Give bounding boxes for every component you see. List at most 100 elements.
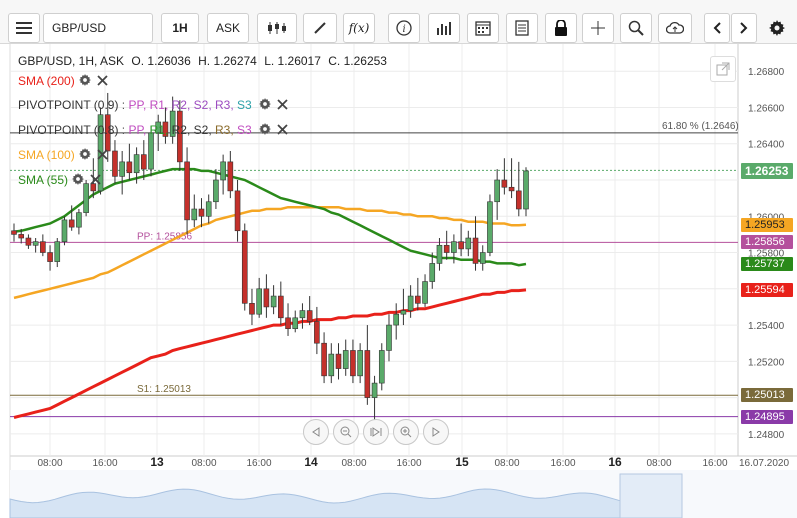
ohlc-header: GBP/USD, 1H, ASK O. 1.26036 H. 1.26274 L… — [18, 54, 391, 68]
indicator-label: SMA (100) — [18, 148, 75, 162]
indicator-label: SMA (200) — [18, 74, 75, 88]
candle-body — [494, 179, 500, 203]
price-chart[interactable]: 1.268001.266001.264001.260001.258001.254… — [0, 44, 797, 518]
indicator-legend-item[interactable]: SMA (100) — [18, 148, 108, 162]
pivot-level-label: R3, — [215, 98, 238, 112]
pivot-level-label: S2, — [193, 123, 216, 137]
symbol-input[interactable]: GBP/USD — [43, 13, 153, 43]
settings-icon[interactable] — [78, 74, 91, 88]
candle-body — [47, 252, 53, 262]
remove-icon[interactable] — [90, 173, 101, 187]
indicator-legend-item[interactable]: PIVOTPOINT (0.8) : PP, R1, R2, S2, R3, S… — [18, 123, 288, 137]
prev-icon[interactable] — [704, 13, 730, 43]
interval-label: 1H — [172, 21, 188, 35]
candle-body — [112, 150, 118, 177]
scroll-left-icon[interactable] — [303, 419, 329, 445]
settings-icon[interactable] — [259, 123, 272, 137]
price-tag: 1.25594 — [741, 282, 793, 297]
candle-body — [523, 170, 529, 210]
candle-body — [407, 295, 414, 311]
open-value: O. 1.26036 — [131, 54, 191, 68]
pivot-level-label: S3 — [237, 123, 256, 137]
crosshair-icon[interactable] — [582, 13, 614, 43]
expand-icon[interactable] — [710, 56, 736, 82]
time-axis-label: 16 — [608, 455, 622, 469]
candle-body — [126, 161, 133, 174]
candle-body — [278, 295, 284, 319]
navigator-window — [619, 473, 683, 518]
pivot-level-label: PP, — [128, 123, 150, 137]
candle-body — [314, 321, 320, 344]
settings-icon[interactable] — [259, 98, 272, 112]
candle-body — [256, 288, 262, 315]
candle-body — [285, 317, 291, 329]
candle-body — [386, 324, 392, 351]
notes-icon[interactable] — [506, 13, 538, 43]
candle-body — [472, 237, 479, 264]
indicator-legend-item[interactable]: PIVOTPOINT (0.9) : PP, R1, R2, S2, R3, S… — [18, 98, 288, 112]
candles-icon[interactable] — [257, 13, 297, 43]
candle-body — [213, 179, 219, 203]
pivot-level-label: R1, — [149, 123, 172, 137]
remove-icon[interactable] — [97, 148, 108, 162]
candle-body — [241, 230, 248, 304]
high-value: H. 1.26274 — [198, 54, 257, 68]
indicator-label: PIVOTPOINT (0.9) — [18, 98, 119, 112]
candle-body — [321, 342, 327, 377]
calendar-icon[interactable] — [467, 13, 499, 43]
candle-body — [335, 353, 342, 369]
candle-body — [32, 241, 39, 246]
toolbar: GBP/USD 1H ASK f(x) i — [0, 0, 797, 44]
zoom-in-icon[interactable] — [393, 419, 419, 445]
price-tag: 1.25013 — [741, 388, 793, 403]
time-axis-label: 08:00 — [37, 458, 62, 469]
price-tag: 1.25953 — [741, 217, 793, 232]
indicator-legend-item[interactable]: SMA (55) — [18, 173, 101, 187]
candle-body — [400, 310, 407, 315]
candle-body — [458, 241, 464, 250]
price-axis-label: 1.26800 — [748, 67, 785, 78]
indicator-legend-item[interactable]: SMA (200) — [18, 74, 108, 88]
price-axis-panel — [738, 44, 797, 518]
settings-icon[interactable] — [78, 148, 91, 162]
lock-icon[interactable] — [545, 13, 577, 43]
remove-icon[interactable] — [277, 98, 288, 112]
settings-icon[interactable] — [72, 173, 85, 187]
candle-body — [415, 295, 421, 304]
pivot-level-label: PP, — [128, 98, 150, 112]
time-axis-label: 08:00 — [646, 458, 671, 469]
hamburger-icon[interactable] — [8, 13, 40, 43]
draw-icon[interactable] — [303, 13, 337, 43]
svg-text:i: i — [403, 24, 406, 35]
price-type-button[interactable]: ASK — [207, 13, 249, 43]
candle-body — [357, 350, 363, 377]
candle-body — [443, 244, 450, 253]
cloud-icon[interactable] — [658, 13, 692, 43]
reset-icon[interactable] — [363, 419, 389, 445]
chart-area[interactable]: 1.268001.266001.264001.260001.258001.254… — [0, 44, 797, 518]
candle-body — [422, 281, 428, 304]
candle-body — [393, 313, 399, 326]
candle-body — [76, 212, 82, 228]
next-icon[interactable] — [731, 13, 757, 43]
function-icon[interactable]: f(x) — [343, 13, 375, 43]
low-value: L. 1.26017 — [264, 54, 321, 68]
scroll-right-icon[interactable] — [423, 419, 449, 445]
candle-body — [133, 154, 140, 174]
candle-body — [18, 234, 25, 239]
volume-icon[interactable] — [428, 13, 460, 43]
pivot-level-label: R1, — [149, 98, 172, 112]
candle-body — [515, 190, 522, 210]
remove-icon[interactable] — [277, 123, 288, 137]
time-axis-label: 16:00 — [550, 458, 575, 469]
interval-button[interactable]: 1H — [161, 13, 199, 43]
zoom-out-icon[interactable] — [333, 419, 359, 445]
info-icon[interactable]: i — [388, 13, 420, 43]
candle-body — [205, 201, 212, 217]
candle-body — [25, 237, 32, 246]
candle-body — [501, 179, 508, 188]
zoom-icon[interactable] — [620, 13, 652, 43]
gear-icon[interactable] — [763, 13, 791, 43]
candle-body — [371, 382, 378, 398]
remove-icon[interactable] — [97, 74, 108, 88]
